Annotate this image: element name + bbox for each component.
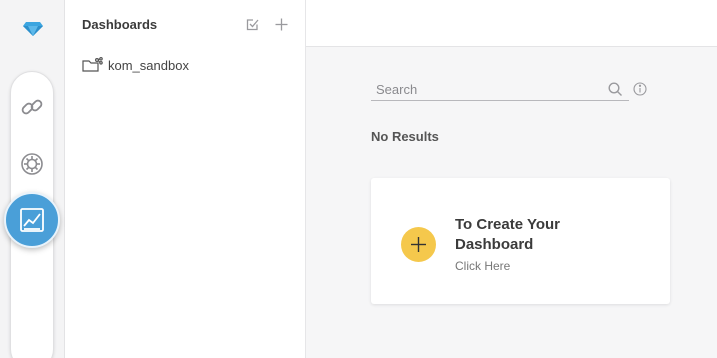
left-nav-rail [0, 0, 65, 358]
plus-icon [411, 237, 426, 252]
info-icon[interactable] [633, 82, 647, 96]
nav-item-connections[interactable] [10, 85, 54, 129]
search-box [371, 78, 629, 101]
search-icon[interactable] [608, 82, 623, 97]
create-dashboard-button[interactable] [401, 227, 436, 262]
select-check-icon [246, 18, 258, 30]
dashboard-list-item-label: kom_sandbox [108, 57, 189, 73]
gear-cycle-icon [21, 153, 43, 175]
top-bar [306, 0, 717, 47]
chart-icon [20, 208, 44, 232]
add-icon [275, 18, 287, 30]
nav-item-settings[interactable] [10, 142, 54, 186]
link-icon [21, 99, 43, 115]
diamond-logo-icon [22, 22, 43, 36]
create-dashboard-title: To Create Your Dashboard [455, 216, 561, 253]
nav-item-dashboards[interactable] [4, 192, 60, 248]
search-input[interactable] [371, 81, 599, 97]
panel-header: Dashboards [65, 0, 305, 48]
create-dashboard-card[interactable]: To Create Your Dashboard Click Here [371, 178, 670, 304]
results-status: No Results [371, 129, 439, 144]
create-dashboard-subtitle: Click Here [455, 259, 511, 273]
dashboard-list-item[interactable]: kom_sandbox [65, 50, 305, 80]
add-dashboard-button[interactable] [274, 17, 288, 31]
shared-dashboard-icon [82, 57, 103, 72]
dashboards-panel: Dashboards kom_sandbox [65, 0, 306, 358]
app-logo[interactable] [0, 0, 65, 58]
panel-title: Dashboards [82, 16, 158, 32]
select-dashboards-button[interactable] [245, 17, 259, 31]
